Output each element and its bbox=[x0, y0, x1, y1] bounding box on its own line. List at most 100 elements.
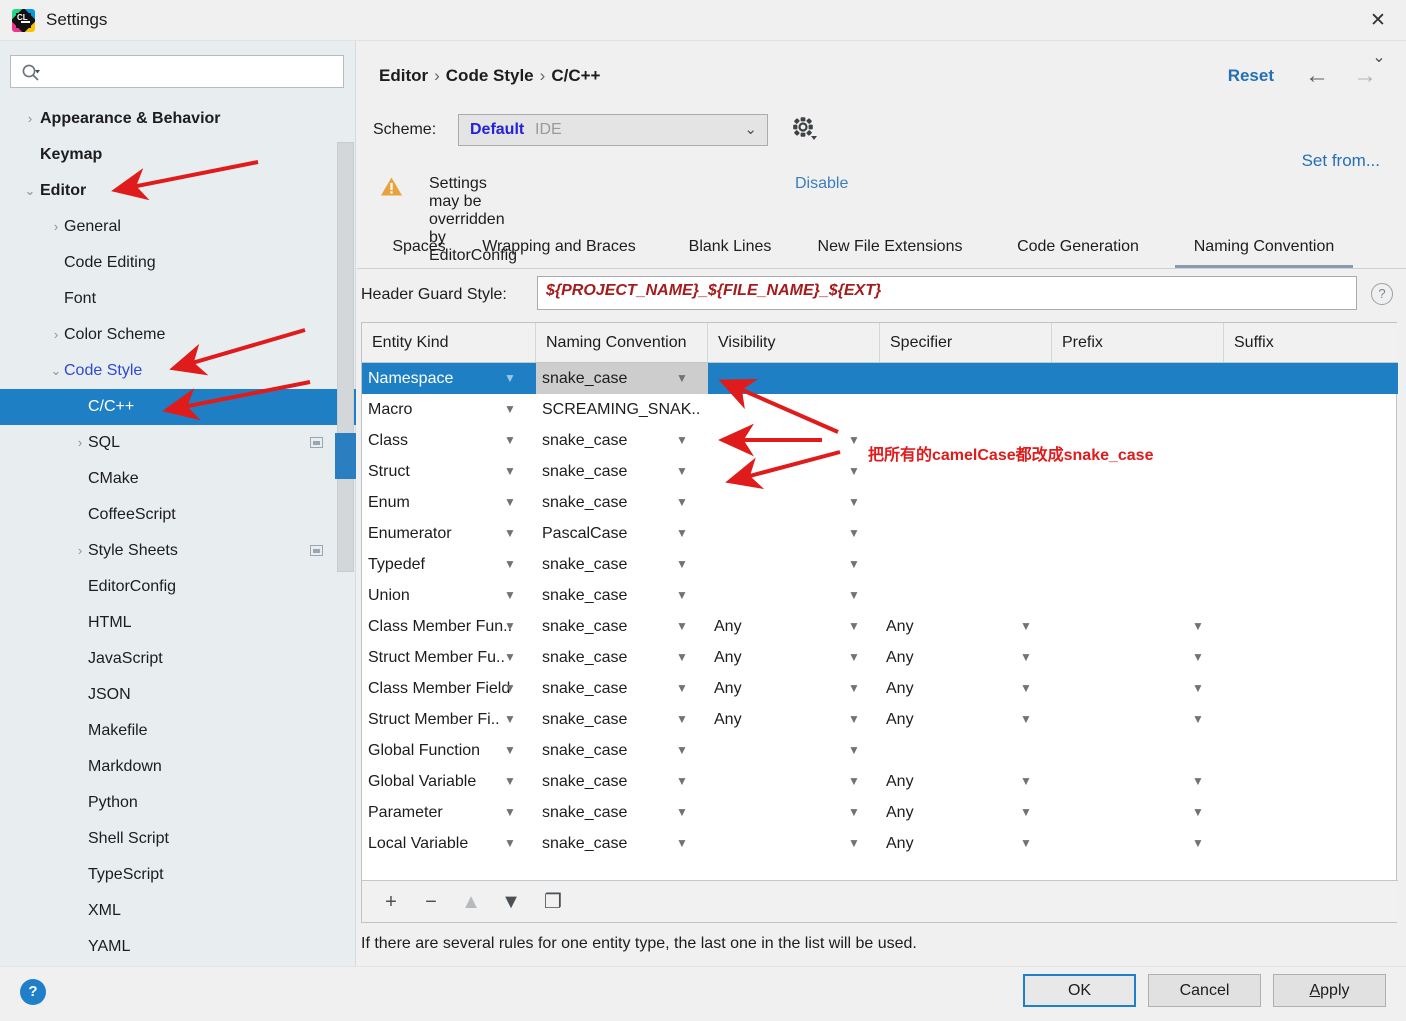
dropdown-arrow-icon[interactable]: ▼ bbox=[1192, 611, 1204, 642]
sidebar-scrollbar-thumb[interactable] bbox=[335, 433, 356, 479]
table-row[interactable]: Global Function ▼ snake_case ▼ ▼ bbox=[362, 735, 1398, 766]
dropdown-arrow-icon[interactable]: ▼ bbox=[676, 456, 688, 487]
cell-prefix[interactable]: ▼ bbox=[1052, 828, 1224, 859]
cell-prefix[interactable]: ▼ bbox=[1052, 704, 1224, 735]
cell-visibility[interactable]: ▼ bbox=[708, 425, 880, 456]
dropdown-arrow-icon[interactable]: ▼ bbox=[676, 549, 688, 580]
dropdown-arrow-icon[interactable]: ▼ bbox=[1020, 642, 1032, 673]
cell-entity[interactable]: Macro ▼ bbox=[362, 394, 536, 425]
cell-entity[interactable]: Class Member Fun.. ▼ bbox=[362, 611, 536, 642]
cell-entity[interactable]: Struct ▼ bbox=[362, 456, 536, 487]
dropdown-arrow-icon[interactable]: ▼ bbox=[504, 828, 516, 859]
disable-editorconfig-link[interactable]: Disable bbox=[795, 175, 848, 193]
column-header-suffix[interactable]: Suffix bbox=[1224, 323, 1398, 362]
chevron-right-icon[interactable]: › bbox=[22, 101, 38, 137]
dropdown-arrow-icon[interactable]: ▼ bbox=[676, 580, 688, 611]
cell-suffix[interactable] bbox=[1224, 549, 1398, 580]
cell-prefix[interactable]: ▼ bbox=[1052, 642, 1224, 673]
dropdown-arrow-icon[interactable]: ▼ bbox=[848, 735, 860, 766]
cell-suffix[interactable] bbox=[1224, 487, 1398, 518]
dropdown-arrow-icon[interactable]: ▼ bbox=[848, 611, 860, 642]
cell-prefix[interactable] bbox=[1052, 580, 1224, 611]
help-button[interactable]: ? bbox=[20, 979, 46, 1005]
cell-visibility[interactable]: ▼ bbox=[708, 549, 880, 580]
cell-entity[interactable]: Class ▼ bbox=[362, 425, 536, 456]
dropdown-arrow-icon[interactable]: ▼ bbox=[848, 797, 860, 828]
cell-suffix[interactable] bbox=[1224, 704, 1398, 735]
cell-convention[interactable]: snake_case ▼ bbox=[536, 611, 708, 642]
cell-convention[interactable]: PascalCase ▼ bbox=[536, 518, 708, 549]
cell-entity[interactable]: Enumerator ▼ bbox=[362, 518, 536, 549]
table-row[interactable]: Typedef ▼ snake_case ▼ ▼ bbox=[362, 549, 1398, 580]
sidebar-item-yaml[interactable]: YAML bbox=[0, 929, 356, 965]
remove-rule-icon[interactable]: − bbox=[416, 887, 446, 917]
cell-convention[interactable]: snake_case ▼ bbox=[536, 673, 708, 704]
sidebar-item-html[interactable]: HTML bbox=[0, 605, 356, 641]
cell-prefix[interactable] bbox=[1052, 735, 1224, 766]
tab-new-file-extensions[interactable]: New File Extensions bbox=[804, 229, 976, 268]
dropdown-arrow-icon[interactable]: ▼ bbox=[504, 394, 516, 425]
cell-entity[interactable]: Union ▼ bbox=[362, 580, 536, 611]
apply-button[interactable]: Apply bbox=[1273, 974, 1386, 1007]
dropdown-arrow-icon[interactable]: ▼ bbox=[676, 735, 688, 766]
dropdown-arrow-icon[interactable]: ▼ bbox=[504, 611, 516, 642]
header-guard-help-icon[interactable]: ? bbox=[1371, 283, 1393, 305]
sidebar-item-xml[interactable]: XML bbox=[0, 893, 356, 929]
sidebar-item-font[interactable]: Font bbox=[0, 281, 356, 317]
search-input[interactable] bbox=[49, 56, 339, 87]
cell-suffix[interactable] bbox=[1224, 456, 1398, 487]
table-row[interactable]: Class ▼ snake_case ▼ ▼ bbox=[362, 425, 1398, 456]
sidebar-item-c-c[interactable]: C/C++ bbox=[0, 389, 356, 425]
cell-entity[interactable]: Struct Member Fi.. ▼ bbox=[362, 704, 536, 735]
cell-visibility[interactable] bbox=[708, 394, 880, 425]
cell-visibility[interactable]: ▼ bbox=[708, 797, 880, 828]
cell-specifier[interactable]: Any ▼ bbox=[880, 704, 1052, 735]
dropdown-arrow-icon[interactable]: ▼ bbox=[676, 363, 688, 394]
cell-prefix[interactable] bbox=[1052, 549, 1224, 580]
sidebar-item-typescript[interactable]: TypeScript bbox=[0, 857, 356, 893]
cell-specifier[interactable] bbox=[880, 549, 1052, 580]
breadcrumb-code-style[interactable]: Code Style bbox=[446, 66, 534, 85]
sidebar-item-python[interactable]: Python bbox=[0, 785, 356, 821]
dropdown-arrow-icon[interactable]: ▼ bbox=[848, 580, 860, 611]
cell-entity[interactable]: Global Variable ▼ bbox=[362, 766, 536, 797]
sidebar-item-coffeescript[interactable]: CoffeeScript bbox=[0, 497, 356, 533]
tab-naming-convention[interactable]: Naming Convention bbox=[1175, 229, 1353, 268]
cell-convention[interactable]: snake_case ▼ bbox=[536, 487, 708, 518]
dropdown-arrow-icon[interactable]: ▼ bbox=[504, 735, 516, 766]
cell-entity[interactable]: Local Variable ▼ bbox=[362, 828, 536, 859]
cell-suffix[interactable] bbox=[1224, 580, 1398, 611]
cell-suffix[interactable] bbox=[1224, 735, 1398, 766]
cell-specifier[interactable] bbox=[880, 487, 1052, 518]
ok-button[interactable]: OK bbox=[1023, 974, 1136, 1007]
table-row[interactable]: Class Member Fun.. ▼ snake_case ▼ Any ▼ Any ▼ ▼ bbox=[362, 611, 1398, 642]
cell-visibility[interactable]: ▼ bbox=[708, 735, 880, 766]
sidebar-item-editor[interactable]: ⌄ Editor bbox=[0, 173, 356, 209]
cell-entity[interactable]: Namespace ▼ bbox=[362, 363, 536, 394]
table-row[interactable]: Local Variable ▼ snake_case ▼ ▼ Any ▼ ▼ bbox=[362, 828, 1398, 859]
dropdown-arrow-icon[interactable]: ▼ bbox=[676, 611, 688, 642]
dropdown-arrow-icon[interactable]: ▼ bbox=[848, 766, 860, 797]
dropdown-arrow-icon[interactable]: ▼ bbox=[504, 673, 516, 704]
dropdown-arrow-icon[interactable]: ▼ bbox=[676, 766, 688, 797]
cell-specifier[interactable]: Any ▼ bbox=[880, 828, 1052, 859]
cell-visibility[interactable]: ▼ bbox=[708, 828, 880, 859]
sidebar-item-general[interactable]: › General bbox=[0, 209, 356, 245]
tab-wrapping-and-braces[interactable]: Wrapping and Braces bbox=[469, 229, 649, 268]
cell-specifier[interactable]: Any ▼ bbox=[880, 797, 1052, 828]
cell-prefix[interactable] bbox=[1052, 487, 1224, 518]
cell-specifier[interactable] bbox=[880, 425, 1052, 456]
sidebar-item-cmake[interactable]: CMake bbox=[0, 461, 356, 497]
dropdown-arrow-icon[interactable]: ▼ bbox=[1192, 797, 1204, 828]
dropdown-arrow-icon[interactable]: ▼ bbox=[1192, 673, 1204, 704]
cell-convention[interactable]: snake_case ▼ bbox=[536, 363, 708, 394]
cell-convention[interactable]: snake_case ▼ bbox=[536, 580, 708, 611]
cell-suffix[interactable] bbox=[1224, 518, 1398, 549]
column-header-specifier[interactable]: Specifier bbox=[880, 323, 1052, 362]
sidebar-item-color-scheme[interactable]: › Color Scheme bbox=[0, 317, 356, 353]
cell-convention[interactable]: snake_case ▼ bbox=[536, 456, 708, 487]
sidebar-item-makefile[interactable]: Makefile bbox=[0, 713, 356, 749]
cell-entity[interactable]: Global Function ▼ bbox=[362, 735, 536, 766]
cell-prefix[interactable]: ▼ bbox=[1052, 766, 1224, 797]
cell-convention[interactable]: snake_case ▼ bbox=[536, 797, 708, 828]
